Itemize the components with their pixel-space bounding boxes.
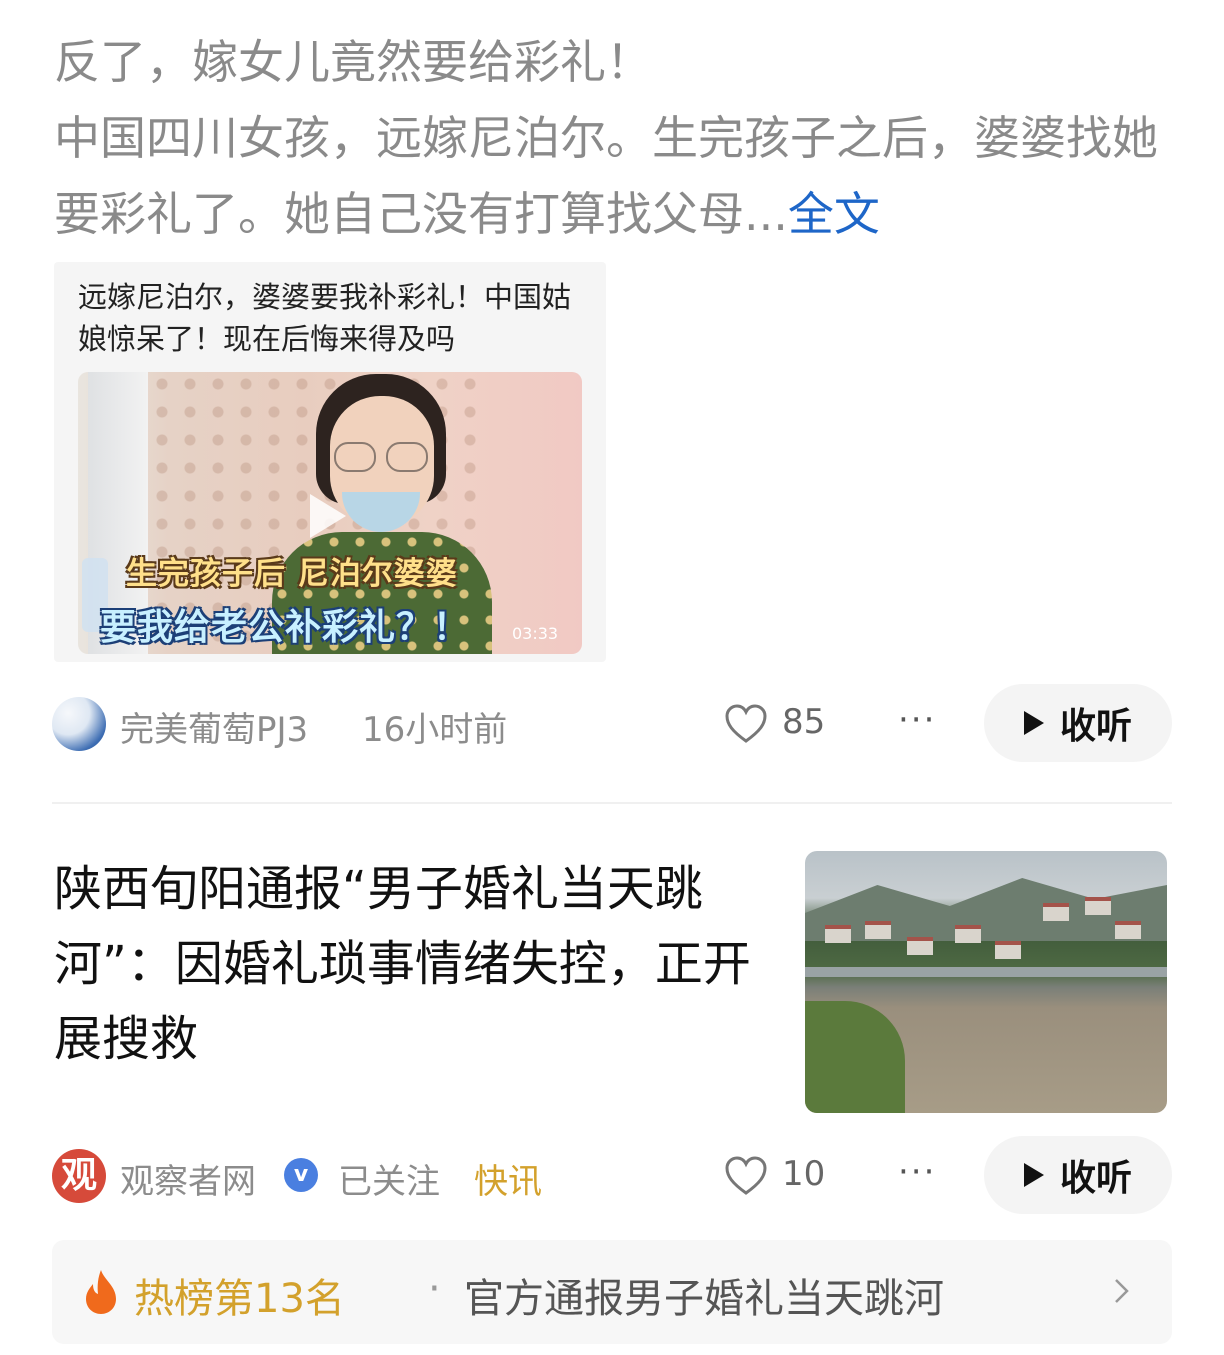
- video-caption-line1: 生完孩子后 尼泊尔婆婆: [126, 556, 458, 592]
- post-time: 16小时前: [362, 710, 508, 750]
- hot-list-bar[interactable]: 热榜第13名 · 官方通报男子婚礼当天跳河: [52, 1240, 1172, 1344]
- post2-title[interactable]: 陕西旬阳通报“男子婚礼当天跳河”：因婚礼琐事情绪失控，正开展搜救: [54, 852, 774, 1077]
- full-text-link[interactable]: 全文: [788, 187, 880, 241]
- heart-icon[interactable]: [724, 704, 768, 744]
- post1-text[interactable]: 反了，嫁女儿竟然要给彩礼！ 中国四川女孩，远嫁尼泊尔。生完孩子之后，婆婆找她要彩…: [54, 24, 1164, 252]
- author-name[interactable]: 完美葡萄PJ3: [120, 702, 308, 751]
- hot-topic-text: 官方通报男子婚礼当天跳河: [464, 1276, 944, 1322]
- thumb-bridge: [805, 967, 1167, 977]
- quote-video-card[interactable]: 远嫁尼泊尔，婆婆要我补彩礼！中国姑娘惊呆了！现在后悔来得及吗 生完孩子后 尼泊尔…: [54, 262, 606, 662]
- news-thumbnail[interactable]: [805, 851, 1167, 1113]
- like-count: 85: [782, 702, 826, 742]
- more-icon[interactable]: ···: [898, 700, 936, 740]
- hot-rank: 热榜第13名: [134, 1276, 345, 1322]
- chevron-right-icon: [1115, 1279, 1129, 1303]
- listen-button[interactable]: 收听: [984, 1136, 1172, 1214]
- post1-body-text: 中国四川女孩，远嫁尼泊尔。生完孩子之后，婆婆找她要彩礼了。她自己没有打算找父母.…: [54, 111, 1158, 241]
- listen-label: 收听: [1059, 1158, 1132, 1199]
- listen-button[interactable]: 收听: [984, 684, 1172, 762]
- play-icon[interactable]: [310, 494, 346, 538]
- thumb-trees: [805, 1001, 905, 1113]
- like-count: 10: [782, 1154, 826, 1194]
- avatar[interactable]: 观: [52, 1149, 106, 1203]
- play-icon: [1023, 711, 1044, 735]
- thumb-glasses: [334, 442, 430, 472]
- heart-icon[interactable]: [724, 1156, 768, 1196]
- post1-title: 反了，嫁女儿竟然要给彩礼！: [54, 35, 652, 89]
- fire-icon: [86, 1270, 116, 1314]
- author-name[interactable]: 观察者网: [120, 1154, 256, 1203]
- follow-status[interactable]: 已关注: [338, 1154, 440, 1203]
- video-caption-line2: 要我给老公补彩礼？！: [100, 607, 471, 648]
- avatar[interactable]: [52, 697, 106, 751]
- more-icon[interactable]: ···: [898, 1152, 936, 1192]
- hot-separator: ·: [428, 1266, 441, 1312]
- divider: [52, 802, 1172, 804]
- thumb-mask: [342, 492, 420, 532]
- post1-meta-row: 完美葡萄PJ3 16小时前 85 ··· 收听: [52, 684, 1172, 764]
- play-icon: [1023, 1163, 1044, 1187]
- post1-body: 中国四川女孩，远嫁尼泊尔。生完孩子之后，婆婆找她要彩礼了。她自己没有打算找父母.…: [54, 100, 1164, 252]
- news-tag: 快讯: [474, 1162, 542, 1202]
- post2-meta-row: 观 观察者网 v 已关注 快讯 10 ··· 收听: [52, 1136, 1172, 1216]
- listen-label: 收听: [1059, 706, 1132, 747]
- video-duration: 03:33: [512, 624, 559, 643]
- thumb-houses: [815, 891, 1145, 971]
- video-thumbnail[interactable]: 生完孩子后 尼泊尔婆婆 要我给老公补彩礼？！ 03:33: [78, 372, 582, 654]
- quote-video-title: 远嫁尼泊尔，婆婆要我补彩礼！中国姑娘惊呆了！现在后悔来得及吗: [78, 280, 572, 356]
- verified-icon: v: [284, 1158, 318, 1192]
